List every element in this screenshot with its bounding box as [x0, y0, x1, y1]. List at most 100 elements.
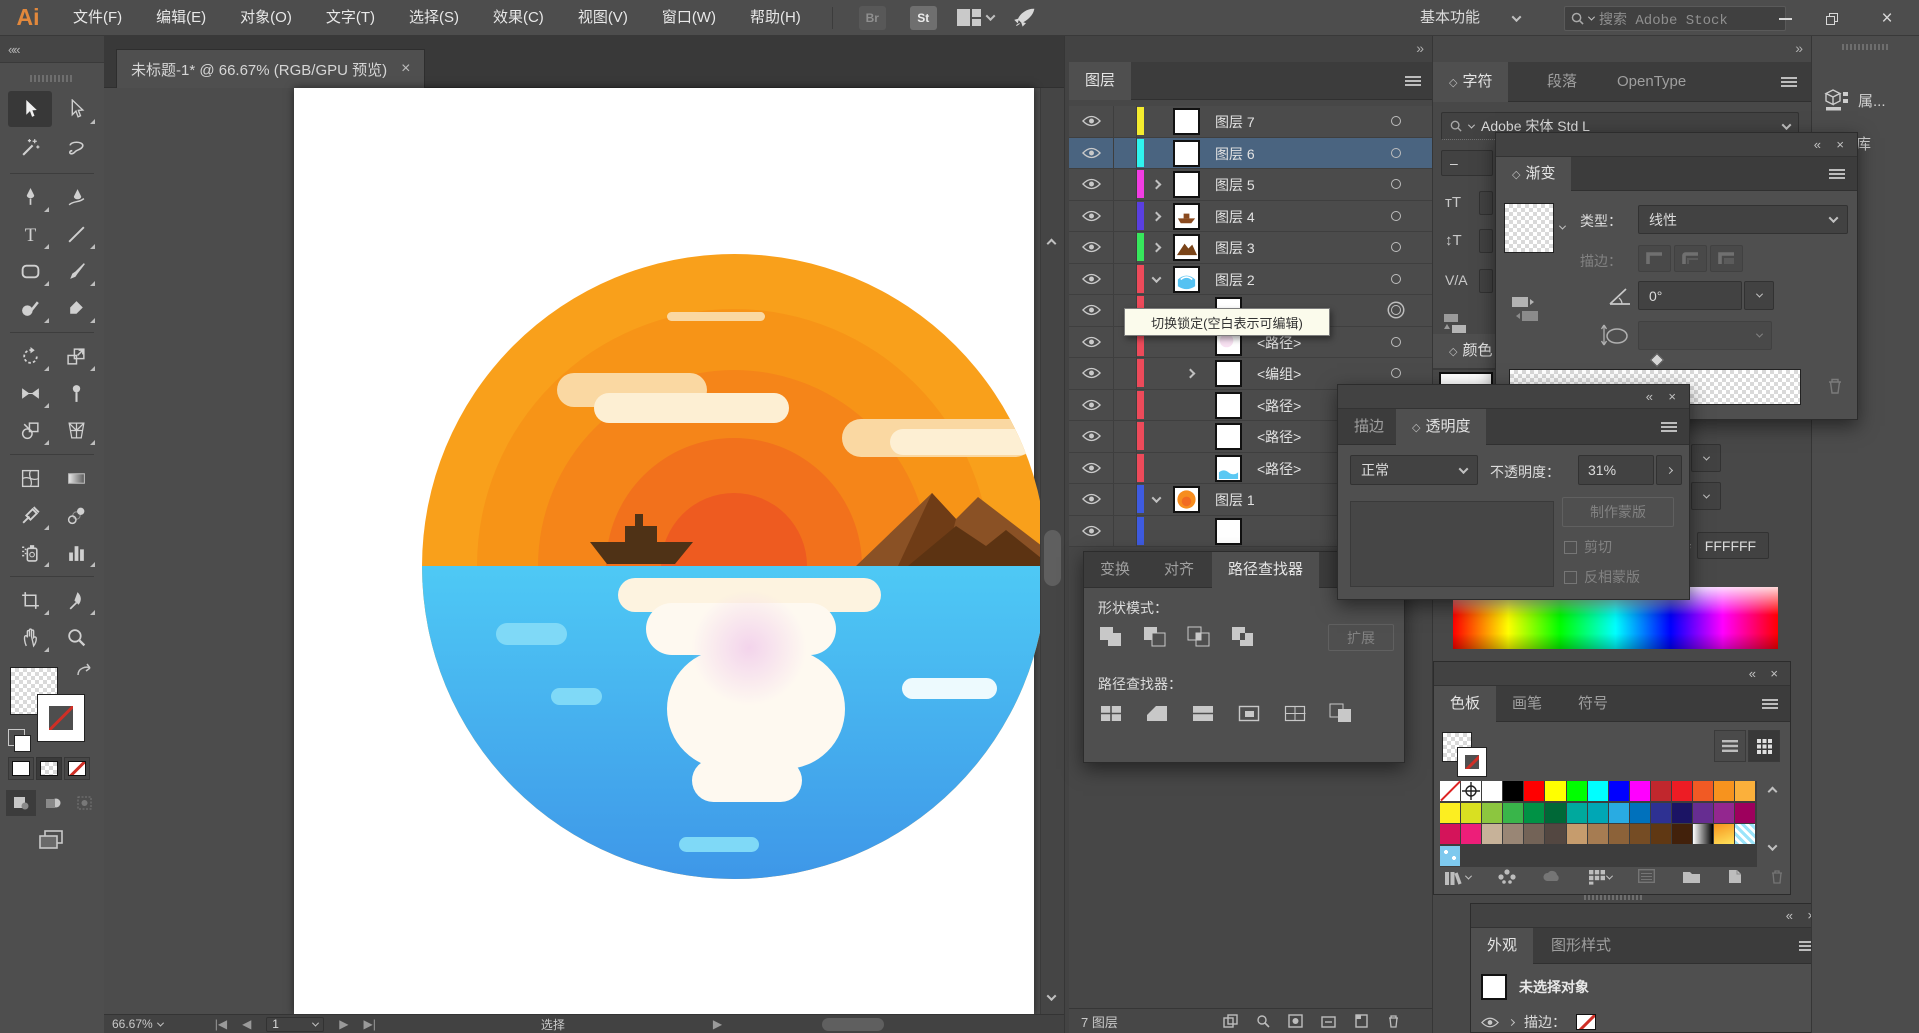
- tab-brushes[interactable]: 画笔: [1496, 686, 1558, 722]
- swatch-ffffff[interactable]: [1482, 781, 1503, 802]
- eyedropper-tool[interactable]: [8, 497, 52, 533]
- layer-row-图层 2[interactable]: 图层 2: [1069, 264, 1433, 296]
- color-dropdown[interactable]: [1691, 482, 1721, 510]
- crop-button[interactable]: [1232, 700, 1266, 726]
- new-sublayer-icon[interactable]: [1321, 1014, 1336, 1028]
- swatch-d9e021[interactable]: [1461, 803, 1482, 824]
- swatch-scroll-down-icon[interactable]: [1768, 841, 1778, 851]
- first-artboard-button[interactable]: |◀: [215, 1017, 227, 1031]
- swatches-stroke-indicator[interactable]: [1458, 748, 1486, 776]
- expand-dock-icon[interactable]: »: [1795, 40, 1801, 56]
- swatch-fbb03b[interactable]: [1735, 781, 1756, 802]
- font-style-field[interactable]: –: [1441, 150, 1493, 176]
- reverse-gradient-icon[interactable]: [1510, 293, 1544, 325]
- layer-name[interactable]: <路径>: [1257, 396, 1301, 416]
- share-rocket-icon[interactable]: [1012, 5, 1038, 31]
- paintbrush-tool[interactable]: [54, 253, 98, 289]
- layer-thumbnail[interactable]: [1173, 486, 1200, 513]
- exclude-button[interactable]: [1226, 624, 1260, 650]
- target-circle[interactable]: [1391, 305, 1401, 315]
- rectangle-tool[interactable]: [8, 253, 52, 289]
- swatch-kinds-icon[interactable]: [1589, 870, 1612, 885]
- status-expand-icon[interactable]: ▶: [713, 1017, 722, 1031]
- blend-mode-select[interactable]: 正常: [1350, 455, 1478, 485]
- outline-button[interactable]: [1278, 700, 1312, 726]
- merge-button[interactable]: [1186, 700, 1220, 726]
- collect-for-export-icon[interactable]: [1223, 1014, 1238, 1028]
- layer-name[interactable]: <路径>: [1257, 427, 1301, 447]
- swatch-998675[interactable]: [1503, 824, 1524, 845]
- layer-row-图层 5[interactable]: 图层 5: [1069, 169, 1433, 201]
- expand-dock-icon[interactable]: »: [1416, 40, 1422, 56]
- swatch-00a99d[interactable]: [1567, 803, 1588, 824]
- panel-menu-icon[interactable]: [1661, 422, 1677, 432]
- swatch-d4145a[interactable]: [1440, 824, 1461, 845]
- line-segment-tool[interactable]: [54, 216, 98, 252]
- swatch-ff00ff[interactable]: [1630, 781, 1651, 802]
- intersect-button[interactable]: [1182, 624, 1216, 650]
- new-swatch-icon[interactable]: [1727, 869, 1743, 887]
- list-view-button[interactable]: [1714, 730, 1746, 762]
- expand-stroke-icon[interactable]: [1508, 1018, 1515, 1025]
- tab-paragraph[interactable]: 段落: [1531, 62, 1593, 102]
- tab-pathfinder[interactable]: 路径查找器: [1212, 552, 1319, 588]
- swatch-a67c52[interactable]: [1588, 824, 1609, 845]
- layer-thumbnail[interactable]: [1173, 108, 1200, 135]
- visibility-toggle[interactable]: [1069, 421, 1114, 452]
- gradient-angle-chevron[interactable]: [1744, 281, 1774, 310]
- blend-tool[interactable]: [54, 497, 98, 533]
- tab-gradient[interactable]: ◇渐变: [1496, 157, 1571, 191]
- symbol-sprayer-tool[interactable]: [8, 534, 52, 570]
- vertical-scrollbar[interactable]: [1040, 88, 1064, 1014]
- gradient-type-select[interactable]: 线性: [1638, 205, 1848, 234]
- eye-icon[interactable]: [1082, 210, 1101, 222]
- layer-name[interactable]: 图层 3: [1215, 238, 1255, 258]
- swatch-8cc63f[interactable]: [1482, 803, 1503, 824]
- target-circle[interactable]: [1391, 116, 1401, 126]
- lock-toggle[interactable]: [1114, 201, 1137, 232]
- layer-thumbnail[interactable]: [1173, 140, 1200, 167]
- gradient-tool[interactable]: [54, 460, 98, 496]
- tab-layers[interactable]: 图层: [1069, 62, 1131, 100]
- layer-name[interactable]: <编组>: [1257, 364, 1301, 384]
- swatch-c69c6d[interactable]: [1567, 824, 1588, 845]
- draw-behind-button[interactable]: [38, 790, 68, 816]
- visibility-toggle[interactable]: [1069, 390, 1114, 421]
- toolbar-grip[interactable]: [30, 75, 74, 82]
- swatch-1b1464[interactable]: [1672, 803, 1693, 824]
- target-circle[interactable]: [1391, 368, 1401, 378]
- swatch-pblue[interactable]: [1735, 824, 1756, 845]
- eye-icon[interactable]: [1082, 493, 1101, 505]
- eye-icon[interactable]: [1082, 525, 1101, 537]
- swatch-754c24[interactable]: [1630, 824, 1651, 845]
- lasso-tool[interactable]: [54, 129, 98, 165]
- swatch-603813[interactable]: [1651, 824, 1672, 845]
- layer-name[interactable]: 图层 5: [1215, 175, 1255, 195]
- new-color-group-icon[interactable]: [1682, 869, 1701, 887]
- lock-toggle[interactable]: [1114, 138, 1137, 169]
- target-circle[interactable]: [1391, 337, 1401, 347]
- swatch-93278f[interactable]: [1714, 803, 1735, 824]
- mesh-tool[interactable]: [8, 460, 52, 496]
- scale-tool[interactable]: [54, 338, 98, 374]
- tab-opentype[interactable]: OpenType: [1601, 62, 1702, 102]
- opacity-stepper[interactable]: [1656, 455, 1682, 485]
- swatch-534741[interactable]: [1545, 824, 1566, 845]
- panel-menu-icon[interactable]: [1829, 169, 1845, 179]
- swatch-c7b299[interactable]: [1482, 824, 1503, 845]
- swatch-ff0000[interactable]: [1524, 781, 1545, 802]
- tab-stroke[interactable]: 描边: [1338, 409, 1400, 445]
- lock-toggle[interactable]: [1114, 169, 1137, 200]
- perspective-grid-tool[interactable]: [54, 412, 98, 448]
- lock-toggle[interactable]: [1114, 358, 1137, 389]
- collapse-panel-icon[interactable]: «: [1749, 666, 1756, 681]
- stock-button[interactable]: St: [910, 6, 937, 30]
- tab-symbols[interactable]: 符号: [1562, 686, 1624, 722]
- pen-tool[interactable]: [8, 179, 52, 215]
- layer-name[interactable]: 图层 1: [1215, 490, 1255, 510]
- gradient-mode-button[interactable]: [36, 757, 62, 780]
- menu-item-2[interactable]: 对象(O): [223, 0, 309, 36]
- eye-icon[interactable]: [1082, 430, 1101, 442]
- zoom-level-dropdown[interactable]: 66.67%: [112, 1017, 163, 1031]
- eye-icon[interactable]: [1082, 304, 1101, 316]
